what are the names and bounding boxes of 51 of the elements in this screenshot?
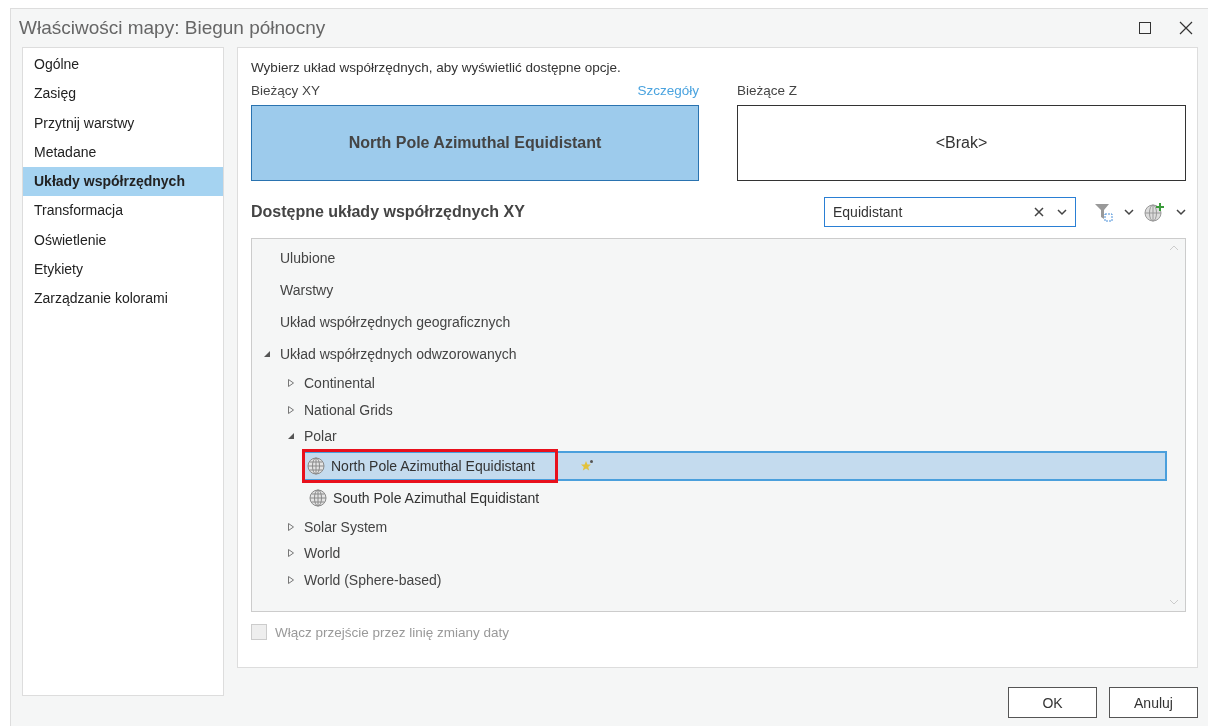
search-field[interactable]: Equidistant xyxy=(824,197,1076,227)
tree-item[interactable]: North Pole Azimuthal Equidistant xyxy=(304,450,1167,481)
tree-item[interactable]: National Grids xyxy=(304,401,393,418)
current-xy-box[interactable]: North Pole Azimuthal Equidistant xyxy=(251,105,699,181)
instruction-text: Wybierz układ współrzędnych, aby wyświetlić dostępne opcje. xyxy=(251,60,622,77)
window-title: Właściwości mapy: Biegun północny xyxy=(19,17,327,39)
expand-arrow-icon[interactable] xyxy=(286,404,296,415)
sidebar-item[interactable]: Układy współrzędnych xyxy=(23,167,223,197)
globe-icon xyxy=(309,488,327,507)
sidebar-item[interactable]: Zarządzanie kolorami xyxy=(23,284,223,314)
tree-item[interactable]: Układ współrzędnych geograficznych xyxy=(280,314,511,330)
clear-icon[interactable] xyxy=(1034,207,1044,217)
section-heading: Dostępne układy współrzędnych XY xyxy=(251,203,526,221)
maximize-icon[interactable] xyxy=(1138,21,1152,35)
tree-item[interactable]: South Pole Azimuthal Equidistant xyxy=(304,482,1167,513)
tree-item[interactable]: Układ współrzędnych odwzorowanych xyxy=(280,346,517,362)
tree-item[interactable]: Ulubione xyxy=(280,250,336,266)
tree-item[interactable]: Solar System xyxy=(304,518,388,535)
filter-icon[interactable] xyxy=(1094,202,1114,222)
sidebar-item[interactable]: Transformacja xyxy=(23,196,223,226)
sidebar-item[interactable]: Zasięg xyxy=(23,79,223,109)
add-globe-icon[interactable] xyxy=(1144,202,1166,222)
expand-arrow-icon[interactable] xyxy=(286,548,296,559)
current-z-label: Bieżące Z xyxy=(737,83,798,100)
sidebar-item[interactable]: Oświetlenie xyxy=(23,225,223,256)
dialog-button[interactable]: OK xyxy=(1008,687,1097,718)
expand-arrow-icon[interactable] xyxy=(286,378,296,389)
tree-item[interactable]: Continental xyxy=(304,375,375,392)
expand-arrow-icon[interactable] xyxy=(286,521,296,532)
tree-item[interactable]: World (Sphere-based) xyxy=(304,571,442,588)
sidebar-item[interactable]: Ogólne xyxy=(23,50,223,80)
sidebar-item[interactable]: Metadane xyxy=(23,137,223,168)
chevron-down-icon[interactable] xyxy=(1176,208,1186,216)
sidebar-item[interactable]: Etykiety xyxy=(23,255,223,285)
close-icon[interactable] xyxy=(1178,20,1194,36)
globe-icon xyxy=(307,456,325,475)
current-xy-label: Bieżący XY xyxy=(251,83,321,100)
highlight-frame: North Pole Azimuthal Equidistant xyxy=(302,448,558,483)
sidebar-item[interactable]: Przytnij warstwy xyxy=(23,108,223,138)
chevron-down-icon[interactable] xyxy=(1124,208,1134,216)
checkbox-label: Włącz przejście przez linię zmiany daty xyxy=(275,624,510,640)
tree-item[interactable]: Polar xyxy=(304,428,337,445)
chevron-down-icon[interactable] xyxy=(1057,208,1067,216)
collapse-arrow-icon[interactable] xyxy=(262,349,272,359)
favorite-star-icon[interactable] xyxy=(579,458,594,473)
collapse-arrow-icon[interactable] xyxy=(286,431,296,442)
tree-item[interactable]: Warstwy xyxy=(280,282,334,298)
dialog-button[interactable]: Anuluj xyxy=(1109,687,1198,718)
expand-arrow-icon[interactable] xyxy=(286,574,296,585)
current-z-box[interactable]: <Brak> xyxy=(737,105,1186,181)
tree-item[interactable]: World xyxy=(304,545,341,562)
